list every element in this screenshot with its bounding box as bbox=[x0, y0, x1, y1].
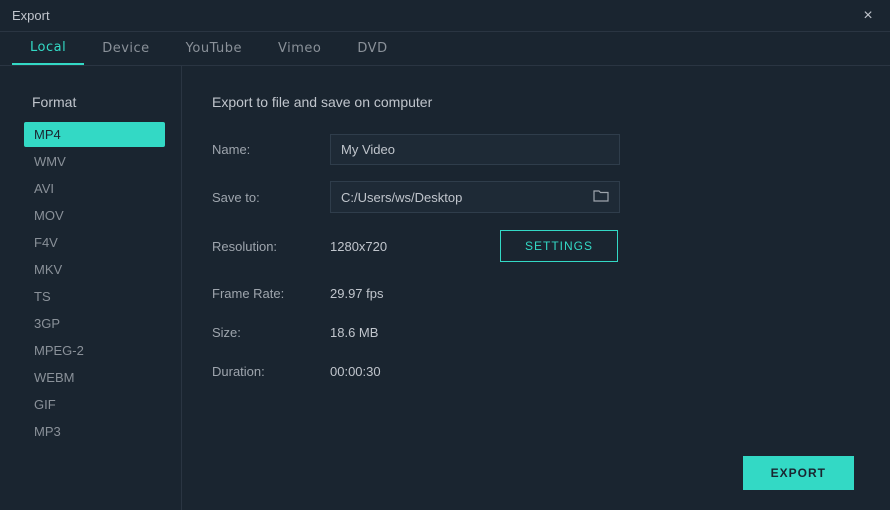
resolution-value: 1280x720 bbox=[330, 239, 500, 254]
format-item-ts[interactable]: TS bbox=[24, 284, 165, 309]
format-heading: Format bbox=[24, 94, 165, 110]
window-title: Export bbox=[12, 8, 50, 23]
tab-youtube[interactable]: YouTube bbox=[168, 32, 260, 65]
format-item-avi[interactable]: AVI bbox=[24, 176, 165, 201]
tab-dvd[interactable]: DVD bbox=[339, 32, 405, 65]
tab-vimeo[interactable]: Vimeo bbox=[260, 32, 339, 65]
format-item-mp4[interactable]: MP4 bbox=[24, 122, 165, 147]
format-item-mpeg2[interactable]: MPEG-2 bbox=[24, 338, 165, 363]
format-item-mkv[interactable]: MKV bbox=[24, 257, 165, 282]
format-item-gif[interactable]: GIF bbox=[24, 392, 165, 417]
tab-device[interactable]: Device bbox=[84, 32, 167, 65]
main-panel: Export to file and save on computer Name… bbox=[182, 66, 890, 510]
row-size: Size: 18.6 MB bbox=[212, 325, 860, 340]
resolution-label: Resolution: bbox=[212, 239, 330, 254]
duration-label: Duration: bbox=[212, 364, 330, 379]
row-resolution: Resolution: 1280x720 SETTINGS bbox=[212, 230, 860, 262]
row-name: Name: bbox=[212, 134, 860, 164]
row-framerate: Frame Rate: 29.97 fps bbox=[212, 286, 860, 301]
content: Format MP4 WMV AVI MOV F4V MKV TS 3GP MP… bbox=[0, 66, 890, 510]
name-input[interactable] bbox=[330, 134, 620, 165]
tab-local[interactable]: Local bbox=[12, 32, 84, 65]
framerate-label: Frame Rate: bbox=[212, 286, 330, 301]
saveto-path-text: C:/Users/ws/Desktop bbox=[341, 190, 462, 205]
name-label: Name: bbox=[212, 142, 330, 157]
size-label: Size: bbox=[212, 325, 330, 340]
format-list: MP4 WMV AVI MOV F4V MKV TS 3GP MPEG-2 WE… bbox=[24, 122, 165, 444]
saveto-path-field[interactable]: C:/Users/ws/Desktop bbox=[330, 181, 620, 213]
format-item-3gp[interactable]: 3GP bbox=[24, 311, 165, 336]
format-item-webm[interactable]: WEBM bbox=[24, 365, 165, 390]
folder-icon[interactable] bbox=[593, 189, 609, 205]
format-item-f4v[interactable]: F4V bbox=[24, 230, 165, 255]
format-item-wmv[interactable]: WMV bbox=[24, 149, 165, 174]
saveto-label: Save to: bbox=[212, 190, 330, 205]
row-duration: Duration: 00:00:30 bbox=[212, 364, 860, 379]
row-saveto: Save to: C:/Users/ws/Desktop bbox=[212, 182, 860, 212]
format-sidebar: Format MP4 WMV AVI MOV F4V MKV TS 3GP MP… bbox=[0, 66, 182, 510]
size-value: 18.6 MB bbox=[330, 325, 500, 340]
format-item-mov[interactable]: MOV bbox=[24, 203, 165, 228]
format-item-mp3[interactable]: MP3 bbox=[24, 419, 165, 444]
close-icon[interactable]: × bbox=[858, 7, 878, 25]
titlebar: Export × bbox=[0, 0, 890, 32]
export-button[interactable]: EXPORT bbox=[743, 456, 854, 490]
duration-value: 00:00:30 bbox=[330, 364, 500, 379]
tabs: Local Device YouTube Vimeo DVD bbox=[0, 32, 890, 66]
framerate-value: 29.97 fps bbox=[330, 286, 500, 301]
page-title: Export to file and save on computer bbox=[212, 94, 860, 110]
settings-button[interactable]: SETTINGS bbox=[500, 230, 618, 262]
